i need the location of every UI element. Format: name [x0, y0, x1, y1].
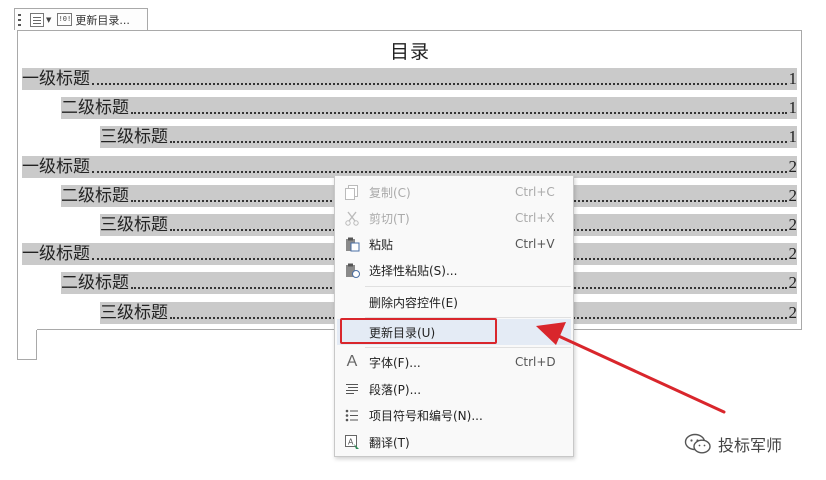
menu-item-delete-content-control[interactable]: 删除内容控件(E) [337, 289, 571, 315]
toc-entry-text: 一级标题 [22, 157, 90, 177]
watermark: 投标军师 [684, 432, 782, 456]
chevron-down-icon[interactable]: ▼ [46, 16, 51, 24]
menu-item-paste[interactable]: 粘贴 Ctrl+V [337, 231, 571, 257]
toc-entry-text: 二级标题 [61, 273, 129, 293]
update-toc-icon: !0! [57, 13, 73, 26]
menu-separator [365, 347, 571, 348]
menu-item-cut[interactable]: 剪切(T) Ctrl+X [337, 205, 571, 231]
svg-text:A: A [348, 437, 354, 446]
toc-frame-foot [17, 330, 37, 360]
toc-page-number: 2 [788, 244, 798, 263]
watermark-text: 投标军师 [718, 436, 783, 455]
toc-entry-text: 三级标题 [100, 303, 168, 323]
content-control-tab[interactable]: ▼ !0! 更新目录... [14, 8, 148, 30]
toc-page-number: 2 [788, 215, 798, 234]
toc-entry-text: 二级标题 [61, 98, 129, 118]
font-icon: A [346, 353, 358, 370]
drag-handle-icon[interactable] [18, 13, 22, 26]
menu-item-font[interactable]: A 字体(F)... Ctrl+D [337, 349, 571, 375]
toc-entry-level-1[interactable]: 一级标题 1 [22, 68, 797, 90]
translate-icon: A [344, 434, 360, 450]
bullet-list-icon [344, 407, 360, 423]
wechat-logo-icon [684, 433, 711, 454]
annotation-highlight-box [340, 318, 497, 344]
toc-page-number: 2 [788, 273, 798, 292]
toc-entry-text: 三级标题 [100, 215, 168, 235]
toc-entry-text: 一级标题 [22, 69, 90, 89]
toc-page-number: 1 [788, 69, 798, 88]
menu-separator [365, 286, 571, 287]
paste-special-icon [344, 262, 360, 278]
menu-item-translate[interactable]: A 翻译(T) [337, 429, 571, 455]
toc-page-number: 2 [788, 186, 798, 205]
context-menu: 复制(C) Ctrl+C 剪切(T) Ctrl+X 粘贴 Ctrl+V 选择性粘… [334, 175, 574, 457]
toc-dot-leader [92, 82, 787, 85]
menu-item-copy[interactable]: 复制(C) Ctrl+C [337, 179, 571, 205]
toc-dot-leader [131, 111, 787, 114]
toc-page-number: 1 [788, 98, 798, 117]
paste-icon [344, 236, 360, 252]
toc-entry-text: 三级标题 [100, 127, 168, 147]
toc-menu-icon[interactable] [30, 12, 44, 27]
toc-entry-level-3[interactable]: 三级标题 1 [100, 126, 797, 148]
toc-dot-leader [92, 170, 787, 173]
toc-page-number: 2 [788, 303, 798, 322]
toc-heading: 目录 [390, 41, 431, 63]
paragraph-icon [344, 381, 360, 397]
update-toc-button[interactable]: 更新目录... [75, 12, 130, 28]
toc-dot-leader [170, 140, 787, 143]
menu-item-paste-special[interactable]: 选择性粘贴(S)... [337, 257, 571, 283]
scissors-icon [344, 210, 360, 226]
toc-entry-level-2[interactable]: 二级标题 1 [61, 97, 797, 119]
toc-entry-text: 二级标题 [61, 186, 129, 206]
toc-page-number: 2 [788, 157, 798, 176]
copy-icon [344, 184, 360, 200]
toc-page-number: 1 [788, 127, 798, 146]
menu-item-bullets-numbering[interactable]: 项目符号和编号(N)... [337, 402, 571, 428]
menu-item-paragraph[interactable]: 段落(P)... [337, 376, 571, 402]
toc-entry-text: 一级标题 [22, 244, 90, 264]
